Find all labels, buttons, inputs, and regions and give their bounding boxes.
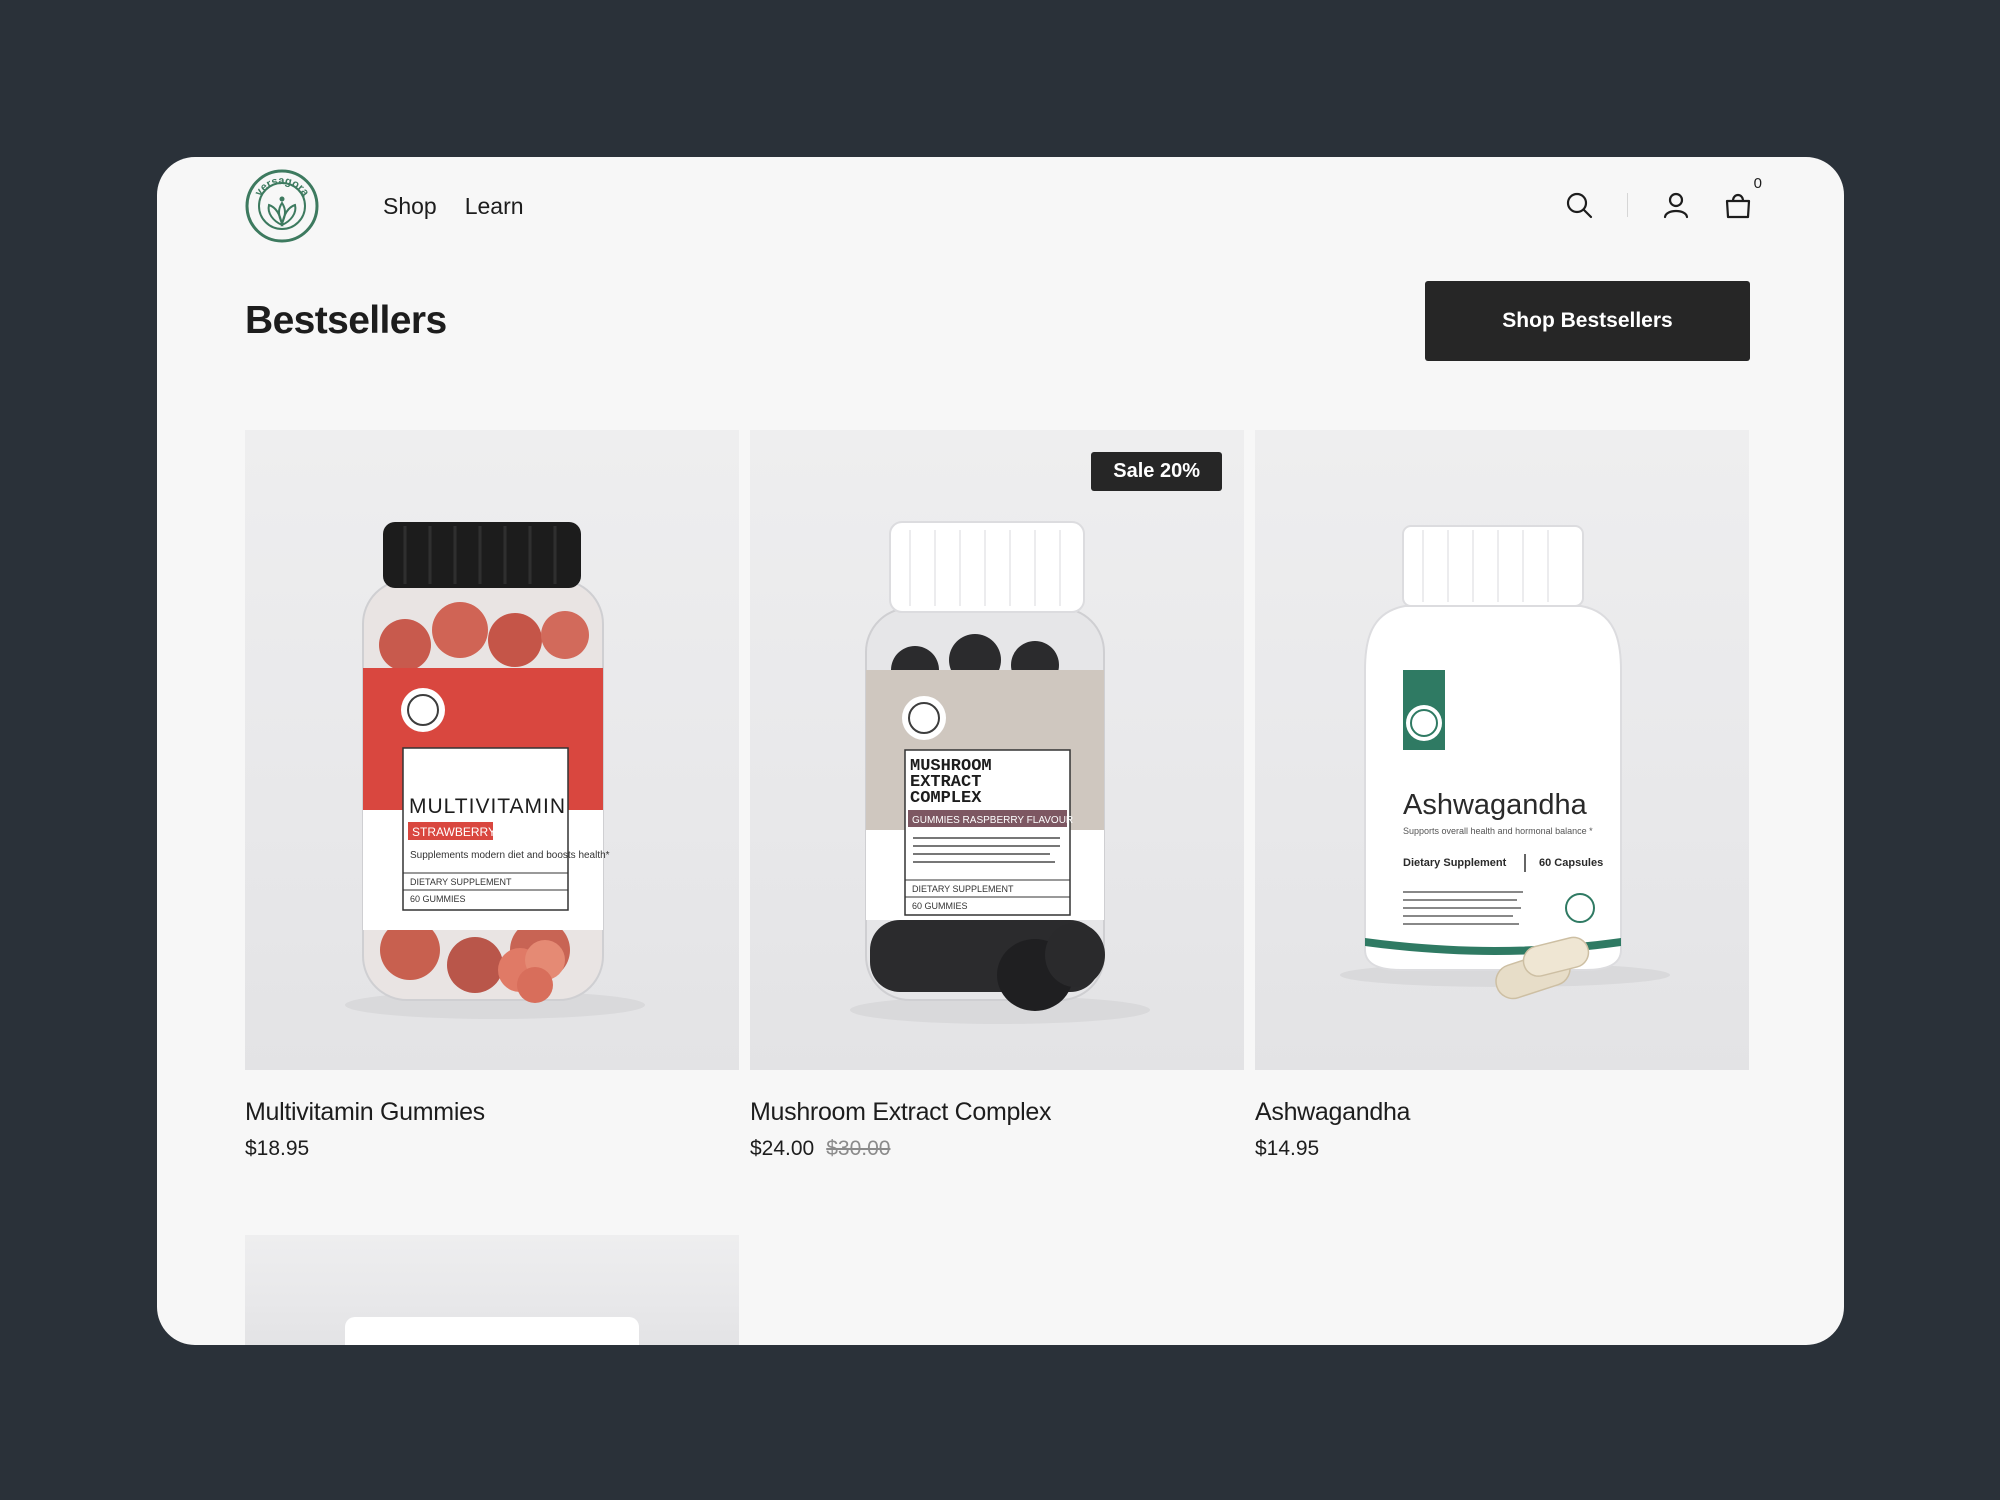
shop-bestsellers-button[interactable]: Shop Bestsellers <box>1425 281 1750 361</box>
svg-text:60 GUMMIES: 60 GUMMIES <box>912 901 968 911</box>
svg-text:Supplements modern diet and bo: Supplements modern diet and boosts healt… <box>410 850 610 861</box>
product-price-row: $18.95 <box>245 1137 739 1161</box>
product-card-multivitamin[interactable]: MULTIVITAMIN STRAWBERRY Supplements mode… <box>245 430 739 1161</box>
product-image[interactable] <box>245 1235 739 1345</box>
svg-text:MULTIVITAMIN: MULTIVITAMIN <box>409 795 566 818</box>
product-name[interactable]: Mushroom Extract Complex <box>750 1098 1244 1127</box>
product-card-mushroom[interactable]: MUSHROOM EXTRACT COMPLEX GUMMIES RASPBER… <box>750 430 1244 1161</box>
product-price: $18.95 <box>245 1137 310 1160</box>
product-image[interactable]: MULTIVITAMIN STRAWBERRY Supplements mode… <box>245 430 739 1070</box>
ashwagandha-bottle-image: Ashwagandha Supports overall health and … <box>1340 525 1670 1000</box>
search-icon <box>1566 192 1593 219</box>
versagora-logo[interactable]: versagora <box>245 169 319 243</box>
nav-learn[interactable]: Learn <box>465 193 524 220</box>
multivitamin-jar-image: MULTIVITAMIN STRAWBERRY Supplements mode… <box>345 522 645 1019</box>
cart-count-badge: 0 <box>1753 175 1762 192</box>
user-icon <box>1663 192 1689 219</box>
account-button[interactable] <box>1658 187 1694 223</box>
svg-text:DIETARY SUPPLEMENT: DIETARY SUPPLEMENT <box>912 884 1014 894</box>
product-name[interactable]: Multivitamin Gummies <box>245 1098 739 1127</box>
product-price: $24.00 <box>750 1137 815 1160</box>
svg-text:GUMMIES RASPBERRY FLAVOUR: GUMMIES RASPBERRY FLAVOUR <box>912 815 1073 826</box>
product-image[interactable]: MUSHROOM EXTRACT COMPLEX GUMMIES RASPBER… <box>750 430 1244 1070</box>
section-title: Bestsellers <box>245 299 447 342</box>
header-divider <box>1627 193 1628 217</box>
product-price: $14.95 <box>1255 1137 1320 1160</box>
shopping-bag-icon <box>1725 193 1751 219</box>
svg-text:Dietary Supplement: Dietary Supplement <box>1403 857 1507 869</box>
main-nav: Shop Learn <box>383 193 524 220</box>
svg-text:COMPLEX: COMPLEX <box>910 789 982 808</box>
search-button[interactable] <box>1561 187 1597 223</box>
svg-text:DIETARY SUPPLEMENT: DIETARY SUPPLEMENT <box>410 877 512 887</box>
nav-shop[interactable]: Shop <box>383 193 437 220</box>
product-card-partial[interactable] <box>245 1235 739 1345</box>
product-price-row: $24.00 $30.00 <box>750 1137 1244 1161</box>
product-image[interactable]: Ashwagandha Supports overall health and … <box>1255 430 1749 1070</box>
product-name[interactable]: Ashwagandha <box>1255 1098 1749 1127</box>
header-actions: 0 <box>1561 175 1762 223</box>
product-price-row: $14.95 <box>1255 1137 1749 1161</box>
product-card-ashwagandha[interactable]: Ashwagandha Supports overall health and … <box>1255 430 1749 1161</box>
svg-text:STRAWBERRY: STRAWBERRY <box>412 825 496 839</box>
sale-badge: Sale 20% <box>1091 452 1222 491</box>
mushroom-jar-image: MUSHROOM EXTRACT COMPLEX GUMMIES RASPBER… <box>850 521 1150 1024</box>
cart-button[interactable]: 0 <box>1720 175 1762 223</box>
store-window: versagora Shop Learn 0 Bestsellers Shop … <box>157 157 1844 1345</box>
svg-text:Ashwagandha: Ashwagandha <box>1403 789 1588 821</box>
svg-text:Supports overall health and ho: Supports overall health and hormonal bal… <box>1403 826 1593 836</box>
product-old-price: $30.00 <box>826 1137 891 1160</box>
bottle-cap-image <box>345 1317 639 1345</box>
svg-text:60 Capsules: 60 Capsules <box>1539 857 1603 869</box>
svg-text:60 GUMMIES: 60 GUMMIES <box>410 894 466 904</box>
